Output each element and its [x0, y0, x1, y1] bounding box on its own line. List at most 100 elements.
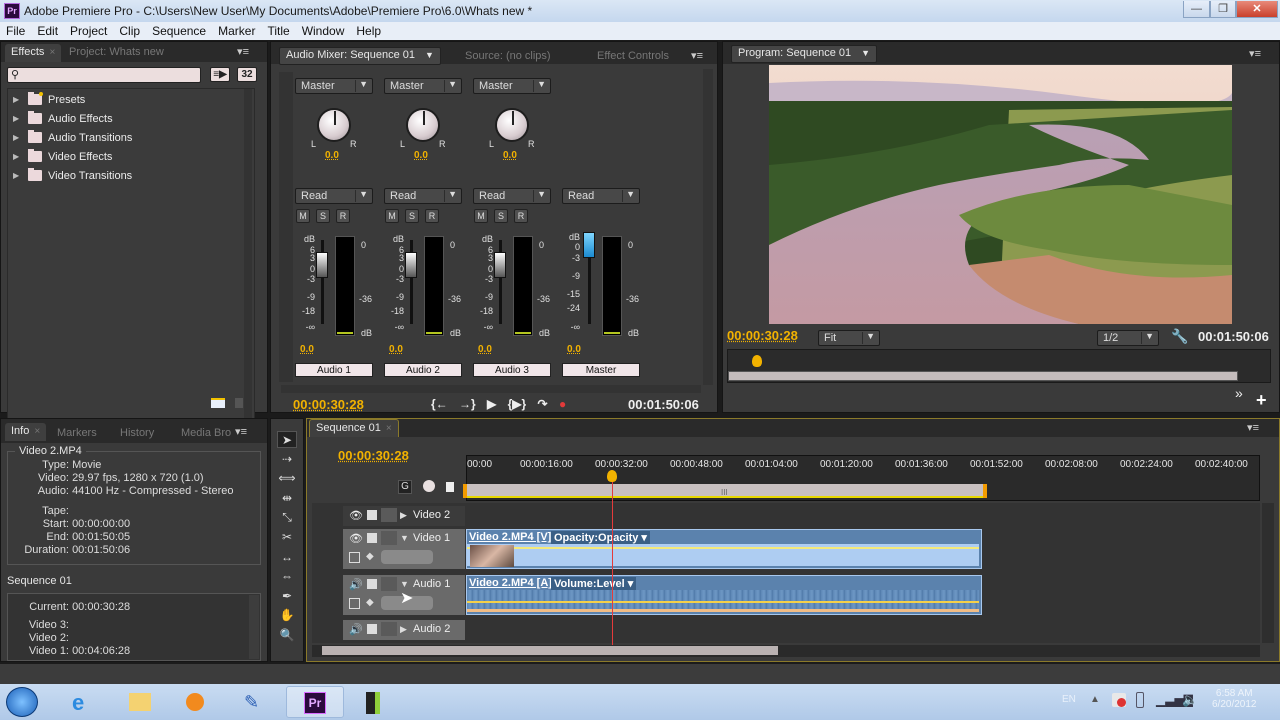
effects-search-input[interactable]: ⚲: [7, 67, 201, 83]
tab-media-browser[interactable]: Media Bro: [175, 425, 237, 443]
panel-menu-icon[interactable]: ▾≡: [237, 45, 249, 58]
tab-effect-controls[interactable]: Effect Controls: [591, 48, 675, 66]
menu-marker[interactable]: Marker: [212, 22, 261, 38]
more-buttons-icon[interactable]: »: [1235, 385, 1243, 401]
tab-source[interactable]: Source: (no clips): [459, 48, 557, 66]
audio-clip[interactable]: Video 2.MP4 [A] Volume:Level ▾: [466, 575, 982, 615]
taskbar-media-player[interactable]: [168, 686, 226, 718]
mute-track-button[interactable]: M: [296, 209, 310, 223]
resolution-dropdown[interactable]: 1/2 ▼: [1097, 330, 1159, 346]
close-button[interactable]: ✕: [1236, 1, 1278, 18]
battery-icon[interactable]: [1136, 692, 1144, 708]
panel-menu-icon[interactable]: ▾≡: [1247, 421, 1259, 434]
track-header-audio-2[interactable]: 🔊 ▶ Audio 2: [343, 620, 465, 640]
set-encore-marker-icon[interactable]: [423, 480, 435, 492]
pen-tool-icon[interactable]: ✒: [277, 588, 297, 605]
tab-effects[interactable]: Effects ×: [5, 44, 62, 62]
tab-project[interactable]: Project: Whats new: [63, 44, 170, 62]
zoom-level-dropdown[interactable]: Fit ▼: [818, 330, 880, 346]
scroll-thumb[interactable]: [322, 646, 778, 655]
display-style-icon[interactable]: [349, 552, 360, 563]
program-current-time[interactable]: 00:00:30:28: [727, 328, 798, 343]
panel-menu-icon[interactable]: ▾≡: [1249, 47, 1261, 60]
mute-track-button[interactable]: M: [385, 209, 399, 223]
mute-track-button[interactable]: M: [474, 209, 488, 223]
snap-toggle-icon[interactable]: G: [398, 480, 412, 494]
panel-menu-icon[interactable]: ▾≡: [691, 49, 703, 62]
tab-sequence-01[interactable]: Sequence 01 ×: [309, 419, 399, 437]
action-center-icon[interactable]: [1112, 693, 1126, 707]
volume-rubberband[interactable]: [467, 601, 979, 603]
volume-value[interactable]: 0.0: [567, 344, 581, 355]
volume-value[interactable]: 0.0: [478, 344, 492, 355]
tree-item-audio-transitions[interactable]: ▶ Audio Transitions: [8, 129, 254, 148]
output-dropdown[interactable]: Master ▼: [295, 78, 373, 94]
menu-edit[interactable]: Edit: [31, 22, 64, 38]
expand-arrow-icon[interactable]: ▶: [13, 95, 19, 104]
solo-track-button[interactable]: S: [405, 209, 419, 223]
hand-tool-icon[interactable]: ✋: [277, 607, 297, 624]
minimize-button[interactable]: —: [1183, 1, 1210, 18]
solo-track-button[interactable]: S: [316, 209, 330, 223]
menu-sequence[interactable]: Sequence: [146, 22, 212, 38]
menu-window[interactable]: Window: [296, 22, 351, 38]
track-lock-icon[interactable]: [381, 577, 397, 591]
speaker-icon[interactable]: 🔊: [349, 623, 363, 636]
taskbar-internet-explorer[interactable]: e: [54, 686, 112, 718]
opacity-rubberband[interactable]: [467, 547, 979, 549]
taskbar-paint-app[interactable]: ✎: [226, 686, 284, 718]
loop-button[interactable]: ↷: [538, 397, 548, 411]
clock[interactable]: 6:58 AM 6/20/2012: [1212, 688, 1257, 710]
taskbar-premiere-pro[interactable]: Pr: [286, 686, 344, 718]
info-scrollbar[interactable]: [249, 595, 259, 659]
add-marker-icon[interactable]: [446, 482, 454, 492]
maximize-button[interactable]: ❐: [1210, 1, 1236, 18]
pan-value[interactable]: 0.0: [503, 150, 517, 161]
expand-arrow-icon[interactable]: ▶: [13, 114, 19, 123]
tab-markers[interactable]: Markers: [51, 425, 103, 443]
menu-project[interactable]: Project: [64, 22, 113, 38]
button-editor-icon[interactable]: +: [1256, 390, 1267, 411]
pan-knob[interactable]: [495, 108, 529, 142]
language-indicator[interactable]: EN: [1062, 694, 1076, 705]
track-header-video-1[interactable]: 👁 ▼ Video 1 ◆: [343, 529, 465, 569]
menu-title[interactable]: Title: [261, 22, 295, 38]
track-lock-icon[interactable]: [381, 622, 397, 636]
tree-item-video-effects[interactable]: ▶ Video Effects: [8, 148, 254, 167]
tree-item-audio-effects[interactable]: ▶ Audio Effects: [8, 110, 254, 129]
audio-clip-effect-dropdown[interactable]: Volume:Level ▾: [551, 577, 637, 590]
rate-stretch-tool-icon[interactable]: ⤡: [277, 509, 297, 526]
expand-arrow-icon[interactable]: ▶: [13, 171, 19, 180]
expand-arrow-icon[interactable]: ▶: [400, 624, 407, 635]
go-to-out-button[interactable]: →}: [459, 397, 476, 411]
expand-arrow-icon[interactable]: ▶: [400, 510, 407, 521]
tab-audio-mixer[interactable]: Audio Mixer: Sequence 01 ▼: [279, 47, 441, 65]
program-time-ruler[interactable]: [727, 349, 1271, 383]
automation-dropdown[interactable]: Read ▼: [295, 188, 373, 204]
close-tab-icon[interactable]: ×: [386, 423, 392, 434]
pan-knob[interactable]: [406, 108, 440, 142]
show-hidden-icons[interactable]: ▲: [1090, 694, 1100, 705]
pan-value[interactable]: 0.0: [325, 150, 339, 161]
tree-item-video-transitions[interactable]: ▶ Video Transitions: [8, 167, 254, 186]
go-to-in-button[interactable]: {←: [431, 397, 448, 411]
automation-dropdown[interactable]: Read ▼: [562, 188, 640, 204]
volume-fader[interactable]: [494, 252, 506, 278]
master-volume-fader[interactable]: [583, 232, 595, 258]
automation-dropdown[interactable]: Read ▼: [384, 188, 462, 204]
timeline-horizontal-scrollbar[interactable]: [312, 645, 1260, 657]
accelerated-effects-button[interactable]: ≡▶: [210, 67, 230, 82]
output-dropdown[interactable]: Master ▼: [473, 78, 551, 94]
ripple-edit-tool-icon[interactable]: ⟺: [277, 470, 297, 487]
eye-icon[interactable]: 👁: [349, 509, 363, 522]
tab-history[interactable]: History: [114, 425, 160, 443]
tree-item-presets[interactable]: ▶ Presets: [8, 91, 254, 110]
track-lock-icon[interactable]: [381, 531, 397, 545]
pan-value[interactable]: 0.0: [414, 150, 428, 161]
output-dropdown[interactable]: Master ▼: [384, 78, 462, 94]
panel-menu-icon[interactable]: ▾≡: [235, 425, 247, 438]
volume-fader[interactable]: [316, 252, 328, 278]
close-tab-icon[interactable]: ×: [49, 47, 55, 58]
keyframe-icon[interactable]: ◆: [366, 597, 374, 608]
keyframe-navigator[interactable]: [381, 550, 433, 564]
